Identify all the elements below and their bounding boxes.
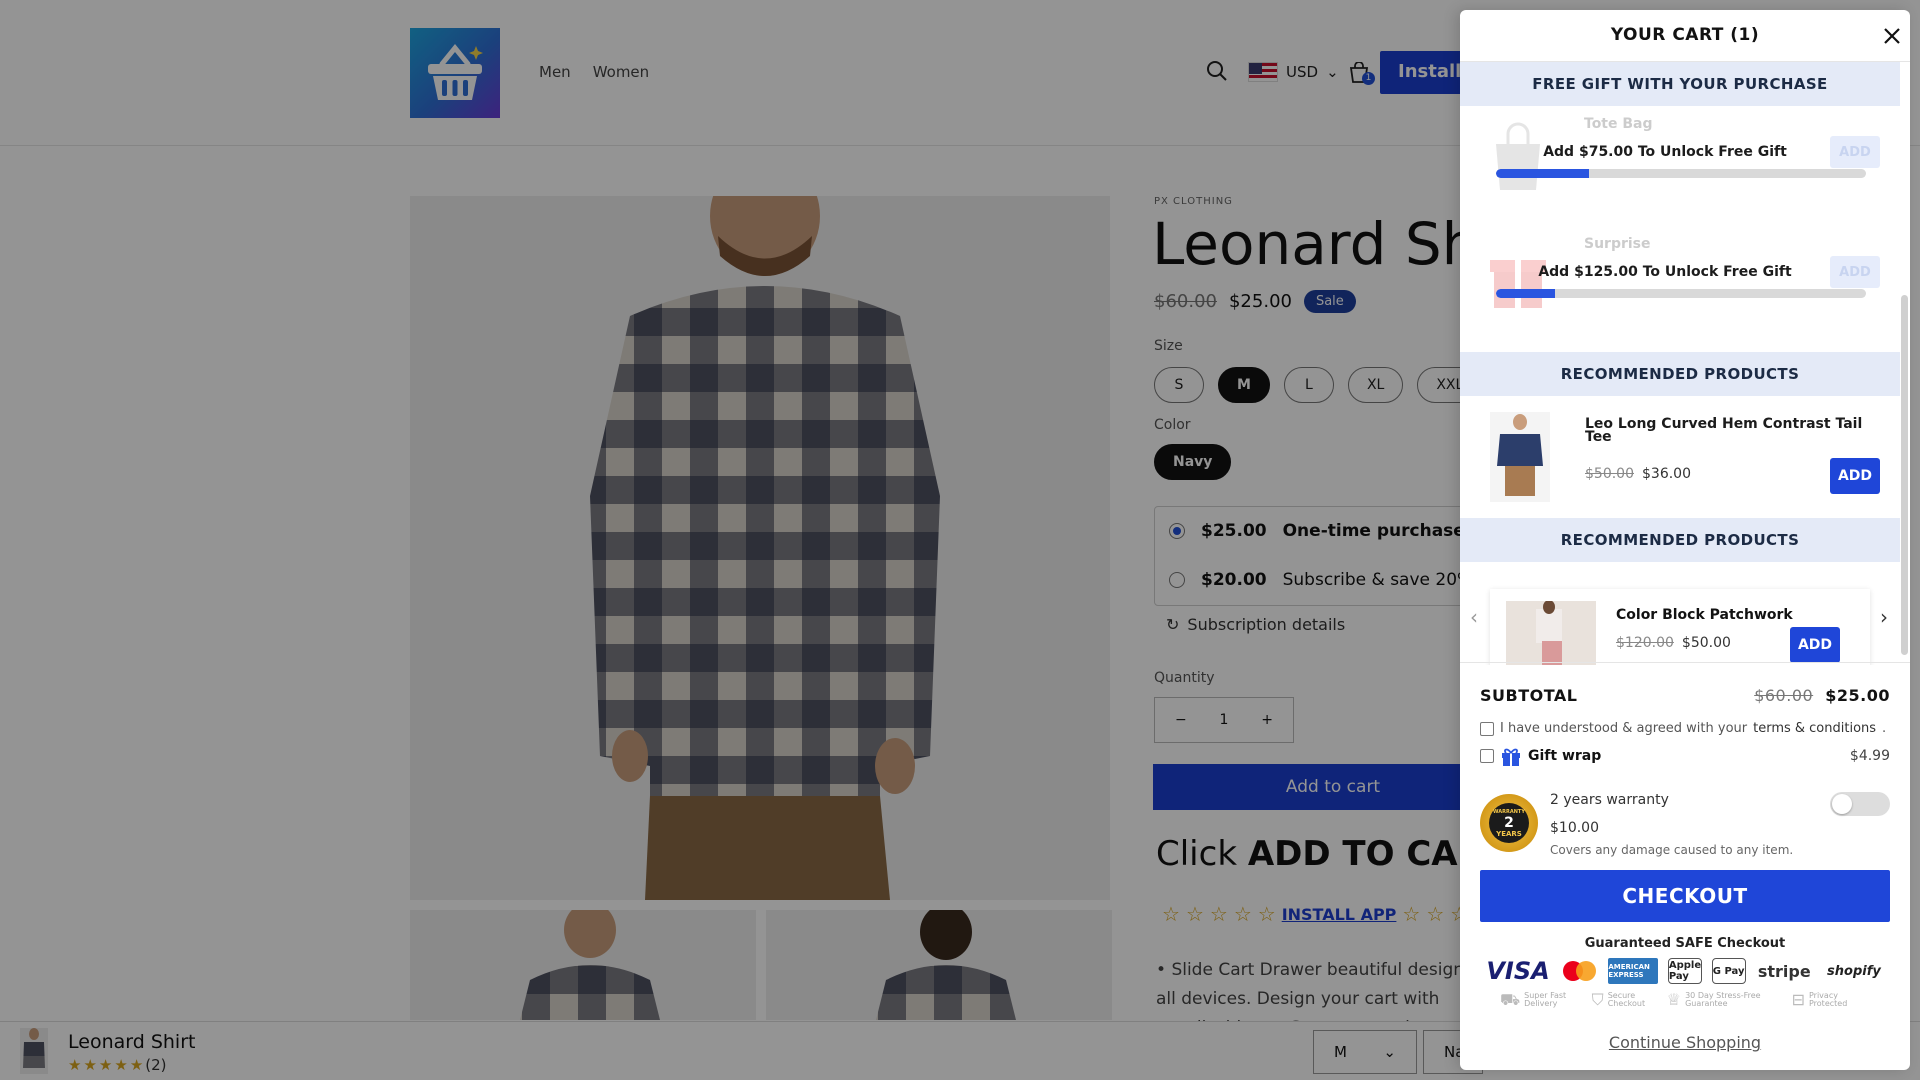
gift-wrap-label: Gift wrap	[1528, 748, 1602, 764]
google-pay-icon: G Pay	[1711, 958, 1746, 984]
recommended-product-prices: $50.00 $36.00	[1585, 466, 1691, 482]
terms-checkbox[interactable]	[1480, 721, 1494, 736]
gift-name: Tote Bag	[1584, 116, 1653, 132]
gift-progress-fill	[1496, 169, 1589, 178]
gift-wrap-row: Gift wrap $4.99	[1480, 745, 1890, 767]
warranty-toggle[interactable]	[1830, 792, 1890, 816]
warranty-badge-years: YEARS	[1496, 830, 1522, 838]
trust-label: Secure Checkout	[1607, 991, 1646, 1008]
compare-price: $50.00	[1585, 466, 1634, 482]
warranty-badge-number: 2	[1504, 815, 1514, 831]
gift-wrap-checkbox[interactable]	[1480, 749, 1494, 763]
recommended-heading-1: RECOMMENDED PRODUCTS	[1460, 352, 1900, 396]
recommended-product-1: Leo Long Curved Hem Contrast Tail Tee $5…	[1460, 398, 1900, 518]
free-gift-item-2: Surprise ADD Add $125.00 To Unlock Free …	[1480, 228, 1890, 328]
price: $50.00	[1681, 635, 1731, 651]
gift-progress-fill	[1496, 289, 1556, 298]
cart-header: YOUR CART (1)	[1460, 10, 1910, 62]
terms-link[interactable]: terms & conditions	[1753, 721, 1876, 736]
subtotal-value: $25.00	[1825, 686, 1890, 705]
patchwork-outfit-image[interactable]	[1506, 601, 1596, 665]
recommended-heading-2: RECOMMENDED PRODUCTS	[1460, 518, 1900, 562]
fast-delivery-badge: ⛟ Super Fast Delivery	[1500, 992, 1592, 1008]
recommended-product-name[interactable]: Leo Long Curved Hem Contrast Tail Tee	[1585, 417, 1865, 444]
warranty-title: 2 years warranty	[1550, 792, 1669, 808]
safe-checkout-title: Guaranteed SAFE Checkout	[1584, 936, 1786, 951]
free-gift-item-1: Tote Bag ADD Add $75.00 To Unlock Free G…	[1480, 108, 1890, 208]
carousel-next-icon[interactable]: ›	[1880, 605, 1888, 629]
subtotal-label: SUBTOTAL	[1480, 686, 1578, 705]
warranty-price: $10.00	[1550, 820, 1599, 836]
trust-label: Super Fast Delivery	[1524, 991, 1567, 1008]
privacy-badge: ⊟ Privacy Protected	[1792, 992, 1870, 1008]
visa-icon: VISA	[1486, 957, 1550, 985]
subtotal-row: SUBTOTAL $60.00 $25.00	[1480, 686, 1890, 705]
price: $36.00	[1642, 466, 1691, 482]
continue-shopping-link[interactable]: Continue Shopping	[1460, 1033, 1910, 1052]
compare-price: $120.00	[1616, 635, 1674, 651]
add-recommended-button[interactable]: ADD	[1830, 458, 1880, 494]
recommended-product-2: Color Block Patchwork $120.00 $50.00 ADD	[1490, 589, 1870, 665]
divider	[1460, 662, 1910, 663]
subtotal-compare: $60.00	[1754, 686, 1814, 705]
free-gift-heading: FREE GIFT WITH YOUR PURCHASE	[1460, 62, 1900, 106]
guarantee-badge: ♕ 30 Day Stress-Free Guarantee	[1667, 992, 1792, 1008]
warranty-badge-icon: WARRANTY 2 YEARS	[1480, 794, 1538, 852]
subtotal-amounts: $60.00 $25.00	[1754, 686, 1890, 705]
recommended-carousel: ‹ Color Block Patchwork $120.00 $50.00 A…	[1460, 575, 1900, 665]
terms-row: I have understood & agreed with your ter…	[1480, 721, 1886, 736]
warranty-upsell: WARRANTY 2 YEARS 2 years warranty $10.00…	[1480, 784, 1890, 864]
add-recommended-button[interactable]: ADD	[1790, 627, 1840, 663]
terms-text: I have understood & agreed with your	[1500, 721, 1748, 736]
cart-drawer: YOUR CART (1) FREE GIFT WITH YOUR PURCHA…	[1460, 10, 1910, 1070]
gift-name: Surprise	[1584, 236, 1651, 252]
gift-wrap-price: $4.99	[1849, 748, 1890, 764]
warranty-description: Covers any damage caused to any item.	[1550, 843, 1794, 857]
close-icon[interactable]	[1880, 24, 1904, 48]
mastercard-icon	[1561, 958, 1599, 984]
trust-badges: ⛟ Super Fast Delivery ⛉ Secure Checkout ♕ 3…	[1500, 992, 1870, 1008]
carousel-prev-icon[interactable]: ‹	[1470, 605, 1478, 629]
shopify-icon: shopify	[1827, 963, 1881, 979]
gift-unlock-message: Add $125.00 To Unlock Free Gift	[1538, 264, 1792, 280]
trust-label: 30 Day Stress-Free Guarantee	[1685, 991, 1761, 1008]
checkout-button[interactable]: CHECKOUT	[1480, 870, 1890, 922]
amex-icon: AMERICAN EXPRESS	[1608, 958, 1659, 984]
trust-label: Privacy Protected	[1808, 991, 1848, 1008]
shield-icon: ⛉	[1591, 990, 1604, 1009]
terms-end: .	[1882, 721, 1887, 736]
truck-icon: ⛟	[1500, 990, 1521, 1009]
gift-progress-bar	[1496, 289, 1866, 298]
apple-pay-icon: Apple Pay	[1667, 958, 1702, 984]
cart-title: YOUR CART (1)	[1610, 25, 1760, 45]
gift-icon	[1502, 748, 1520, 766]
gift-progress-bar	[1496, 169, 1866, 178]
lock-icon: ⊟	[1791, 990, 1805, 1009]
secure-checkout-badge: ⛉ Secure Checkout	[1592, 992, 1667, 1008]
payment-methods: VISA AMERICAN EXPRESS Apple Pay G Pay st…	[1485, 957, 1885, 985]
recommended-product-name[interactable]: Color Block Patchwork	[1616, 607, 1793, 623]
recommended-product-prices: $120.00 $50.00	[1616, 635, 1731, 651]
drawer-scrollbar[interactable]	[1901, 295, 1908, 655]
gift-unlock-message: Add $75.00 To Unlock Free Gift	[1543, 144, 1787, 160]
navy-tee-image[interactable]	[1490, 412, 1550, 502]
trophy-icon: ♕	[1666, 990, 1682, 1009]
stripe-icon: stripe	[1757, 961, 1811, 981]
